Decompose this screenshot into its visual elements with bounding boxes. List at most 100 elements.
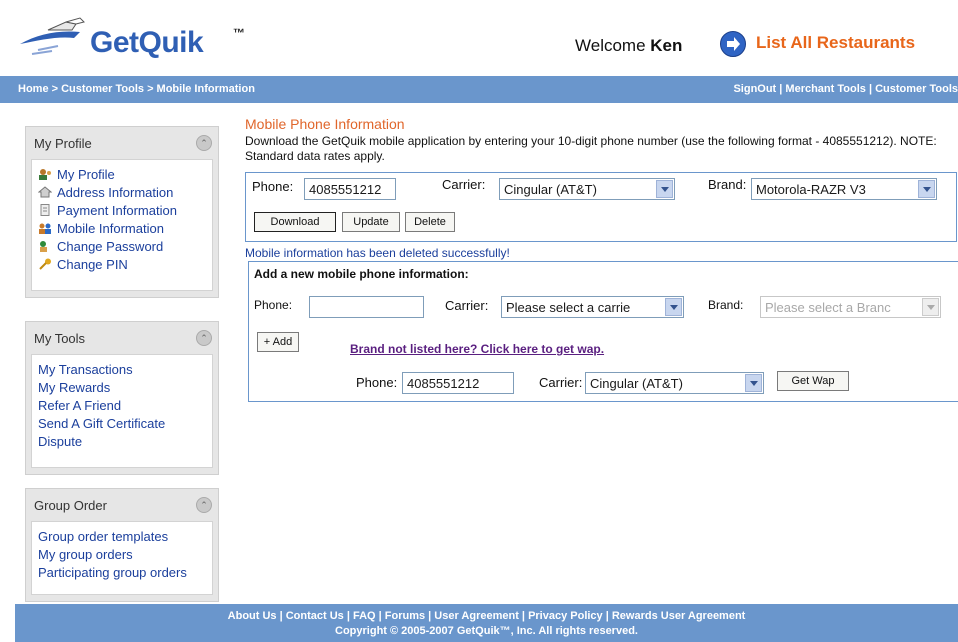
collapse-icon[interactable]: ⌃ xyxy=(196,497,212,513)
my-profile-list: My Profile Address Information Payment I… xyxy=(31,159,213,291)
copyright-text: Copyright © 2005-2007 GetQuik™, Inc. All… xyxy=(335,625,638,637)
arrow-right-circle-icon[interactable] xyxy=(719,30,747,58)
sidebar-item-change-password[interactable]: Change Password xyxy=(38,238,206,256)
add-phone-box: Add a new mobile phone information: Phon… xyxy=(248,261,958,402)
footer-links[interactable]: About Us | Contact Us | FAQ | Forums | U… xyxy=(15,610,958,622)
list-all-restaurants-link[interactable]: List All Restaurants xyxy=(756,33,915,53)
new-phone-input[interactable] xyxy=(309,296,424,318)
page-title: Mobile Phone Information xyxy=(245,116,405,132)
welcome-message: Welcome Ken xyxy=(575,36,682,56)
download-button[interactable]: Download xyxy=(254,212,336,232)
brand-label: Brand: xyxy=(708,177,747,192)
new-carrier-select[interactable]: Please select a carrie xyxy=(501,296,684,318)
chevron-down-icon[interactable] xyxy=(918,180,935,198)
new-carrier-value: Please select a carrie xyxy=(506,300,631,315)
panel-title: My Tools xyxy=(34,331,86,346)
chevron-down-icon[interactable] xyxy=(656,180,673,198)
sidebar-item-label: Change PIN xyxy=(57,257,128,272)
house-icon xyxy=(38,186,52,198)
group-order-header[interactable]: Group Order ⌃ xyxy=(26,489,218,521)
sidebar-item-label: Mobile Information xyxy=(57,221,164,236)
wap-phone-input[interactable]: 4085551212 xyxy=(402,372,514,394)
wap-phone-label: Phone: xyxy=(356,375,398,390)
my-tools-panel: My Tools ⌃ My Transactions My Rewards Re… xyxy=(25,321,219,475)
sidebar-item-participating-orders[interactable]: Participating group orders xyxy=(38,564,206,582)
sidebar-item-change-pin[interactable]: Change PIN xyxy=(38,256,206,274)
get-wap-button[interactable]: Get Wap xyxy=(777,371,849,391)
update-button[interactable]: Update xyxy=(342,212,400,232)
sidebar-item-label: Address Information xyxy=(57,185,174,200)
new-brand-label: Brand: xyxy=(708,298,744,312)
success-message: Mobile information has been deleted succ… xyxy=(245,246,510,260)
my-tools-list: My Transactions My Rewards Refer A Frien… xyxy=(31,354,213,468)
new-carrier-label: Carrier: xyxy=(445,298,489,313)
sidebar-item-label: Change Password xyxy=(57,239,164,254)
sidebar-item-label: Refer A Friend xyxy=(38,398,122,413)
breadcrumb[interactable]: Home > Customer Tools > Mobile Informati… xyxy=(18,83,255,95)
panel-title: My Profile xyxy=(34,136,92,151)
sidebar-item-payment[interactable]: Payment Information xyxy=(38,202,206,220)
my-tools-header[interactable]: My Tools ⌃ xyxy=(26,322,218,354)
brand-value: Motorola-RAZR V3 xyxy=(756,182,866,197)
top-links[interactable]: SignOut | Merchant Tools | Customer Tool… xyxy=(733,83,958,95)
wap-carrier-value: Cingular (AT&T) xyxy=(590,376,683,391)
sidebar-item-label: My Transactions xyxy=(38,362,133,377)
sidebar-item-dispute[interactable]: Dispute xyxy=(38,433,206,451)
people-icon xyxy=(39,223,51,234)
sidebar-item-label: Dispute xyxy=(38,434,83,449)
sidebar-item-label: My Rewards xyxy=(38,380,111,395)
wap-carrier-select[interactable]: Cingular (AT&T) xyxy=(585,372,764,394)
phone-input[interactable]: 4085551212 xyxy=(304,178,396,200)
footer: About Us | Contact Us | FAQ | Forums | U… xyxy=(15,604,958,642)
intro-text: Download the GetQuik mobile application … xyxy=(245,134,937,163)
getquik-logo[interactable]: GetQuik ™ xyxy=(18,16,258,62)
new-brand-value: Please select a Branc xyxy=(765,300,891,315)
swoosh-icon xyxy=(20,17,85,55)
my-profile-header[interactable]: My Profile ⌃ xyxy=(26,127,218,159)
document-icon xyxy=(40,204,50,216)
add-button[interactable]: + Add xyxy=(257,332,299,352)
existing-phone-box: Phone: 4085551212 Carrier: Cingular (AT&… xyxy=(245,172,957,242)
group-order-panel: Group Order ⌃ Group order templates My g… xyxy=(25,488,219,602)
sidebar-item-my-group-orders[interactable]: My group orders xyxy=(38,546,206,564)
users-key-icon xyxy=(40,241,47,252)
chevron-down-icon[interactable] xyxy=(665,298,682,316)
my-profile-panel: My Profile ⌃ My Profile Address Informat… xyxy=(25,126,219,298)
sidebar-item-gift-certificate[interactable]: Send A Gift Certificate xyxy=(38,415,206,433)
panel-title: Group Order xyxy=(34,498,107,513)
collapse-icon[interactable]: ⌃ xyxy=(196,330,212,346)
chevron-down-icon[interactable] xyxy=(745,374,762,392)
add-new-heading: Add a new mobile phone information: xyxy=(254,267,469,281)
key-icon xyxy=(39,258,51,270)
new-brand-select[interactable]: Please select a Branc xyxy=(760,296,941,318)
delete-button[interactable]: Delete xyxy=(405,212,455,232)
sidebar-item-refer-friend[interactable]: Refer A Friend xyxy=(38,397,206,415)
chevron-down-icon[interactable] xyxy=(922,298,939,316)
carrier-label: Carrier: xyxy=(442,177,486,192)
brand-select[interactable]: Motorola-RAZR V3 xyxy=(751,178,937,200)
nav-bar: Home > Customer Tools > Mobile Informati… xyxy=(0,76,958,103)
wap-carrier-label: Carrier: xyxy=(539,375,583,390)
sidebar-item-label: Send A Gift Certificate xyxy=(38,416,166,431)
sidebar-item-group-templates[interactable]: Group order templates xyxy=(38,528,206,546)
sidebar-item-address[interactable]: Address Information xyxy=(38,184,206,202)
sidebar-item-my-profile[interactable]: My Profile xyxy=(38,166,206,184)
sidebar-item-transactions[interactable]: My Transactions xyxy=(38,361,206,379)
sidebar-item-mobile[interactable]: Mobile Information xyxy=(38,220,206,238)
carrier-select[interactable]: Cingular (AT&T) xyxy=(499,178,675,200)
welcome-prefix: Welcome xyxy=(575,36,646,55)
group-order-list: Group order templates My group orders Pa… xyxy=(31,521,213,595)
sidebar-item-rewards[interactable]: My Rewards xyxy=(38,379,206,397)
sidebar-item-label: My Profile xyxy=(57,167,115,182)
collapse-icon[interactable]: ⌃ xyxy=(196,135,212,151)
user-name: Ken xyxy=(650,36,683,55)
sidebar-item-label: Payment Information xyxy=(57,203,177,218)
sidebar-item-label: Group order templates xyxy=(38,529,169,544)
phone-label: Phone: xyxy=(252,179,294,194)
sidebar-item-label: Participating group orders xyxy=(38,565,187,580)
sidebar-item-label: My group orders xyxy=(38,547,133,562)
logo-text: GetQuik xyxy=(90,26,204,59)
get-wap-link[interactable]: Brand not listed here? Click here to get… xyxy=(350,342,604,356)
user-icon xyxy=(39,169,51,180)
logo-trademark: ™ xyxy=(233,26,245,40)
